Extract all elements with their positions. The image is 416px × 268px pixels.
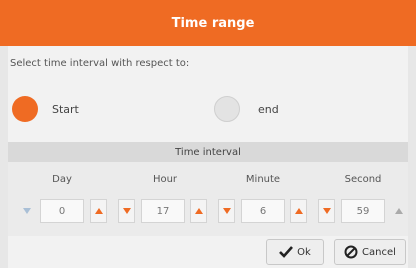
- day-label: Day: [52, 174, 72, 185]
- hour-increment-button[interactable]: [190, 199, 207, 223]
- chevron-down-icon: [122, 208, 131, 214]
- chevron-down-icon: [222, 208, 231, 214]
- cancel-icon: [344, 245, 358, 259]
- dialog-title: Time range: [171, 15, 255, 31]
- chevron-up-icon: [294, 208, 303, 214]
- time-interval-header: Time interval: [8, 142, 408, 162]
- cancel-button-label: Cancel: [362, 246, 396, 258]
- radio-end[interactable]: [214, 96, 240, 122]
- chevron-up-icon: [94, 208, 103, 214]
- hour-value-field[interactable]: 17: [141, 199, 185, 223]
- second-value-field[interactable]: 59: [341, 199, 385, 223]
- dialog-right-edge: [408, 46, 416, 268]
- hour-decrement-button[interactable]: [118, 199, 135, 223]
- hour-label: Hour: [152, 174, 178, 185]
- minute-value-field[interactable]: 6: [241, 199, 285, 223]
- radio-start-label[interactable]: Start: [52, 103, 79, 116]
- second-decrement-button[interactable]: [318, 199, 335, 223]
- day-decrement-button[interactable]: [18, 199, 35, 223]
- second-increment-button[interactable]: [390, 199, 407, 223]
- ok-button[interactable]: Ok: [266, 239, 324, 265]
- minute-decrement-button[interactable]: [218, 199, 235, 223]
- interval-prompt: Select time interval with respect to:: [10, 58, 190, 69]
- minute-increment-button[interactable]: [290, 199, 307, 223]
- dialog-footer: Ok Cancel: [8, 236, 408, 268]
- day-value-field[interactable]: 0: [40, 199, 84, 223]
- second-label: Second: [344, 174, 382, 185]
- chevron-down-icon: [322, 208, 331, 214]
- time-interval-section: Day 0 Hour 17 Minute 6 Second 59: [8, 162, 408, 236]
- day-increment-button[interactable]: [90, 199, 107, 223]
- radio-start[interactable]: [12, 96, 38, 122]
- time-range-dialog: Select time interval with respect to: St…: [0, 46, 416, 268]
- cancel-button[interactable]: Cancel: [334, 239, 406, 265]
- radio-end-label[interactable]: end: [258, 103, 279, 116]
- chevron-up-icon: [194, 208, 203, 214]
- minute-label: Minute: [245, 174, 281, 185]
- chevron-up-icon: [394, 208, 403, 214]
- ok-button-label: Ok: [297, 246, 311, 258]
- checkmark-icon: [279, 246, 294, 258]
- dialog-left-edge: [0, 46, 8, 268]
- title-bar: Time range: [0, 0, 416, 46]
- chevron-down-icon: [22, 208, 31, 214]
